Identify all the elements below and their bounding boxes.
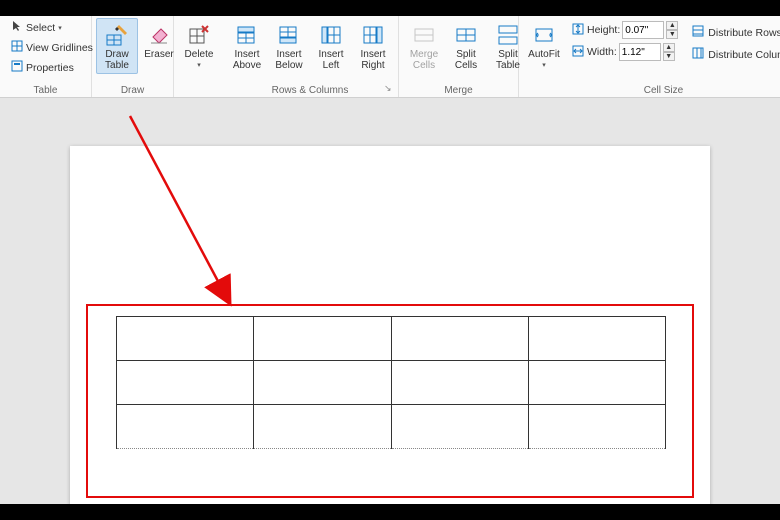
insert-right-button[interactable]: Insert Right	[352, 18, 394, 74]
height-spin-up[interactable]: ▲	[666, 21, 678, 30]
insert-right-icon	[361, 21, 385, 49]
cursor-icon	[11, 20, 23, 35]
width-label: Width:	[587, 46, 617, 58]
table-row[interactable]	[117, 405, 666, 449]
insert-above-button[interactable]: Insert Above	[226, 18, 268, 74]
properties-icon	[11, 60, 23, 75]
ribbon-group-merge: Merge Cells Split Cells Split Table Merg…	[399, 16, 519, 97]
autofit-button[interactable]: AutoFit ▾	[523, 18, 565, 72]
group-label-delete-spacer	[178, 84, 218, 97]
properties-button[interactable]: Properties	[6, 58, 98, 77]
select-button[interactable]: Select ▾	[6, 18, 98, 37]
chevron-down-icon: ▾	[58, 24, 62, 32]
ribbon-group-draw: Draw Table Eraser Draw	[92, 16, 174, 97]
view-gridlines-label: View Gridlines	[26, 42, 93, 54]
chevron-down-icon: ▾	[197, 61, 201, 69]
ribbon-group-delete: Delete ▾	[174, 16, 222, 97]
table-cell[interactable]	[391, 405, 528, 449]
annotation-arrow	[118, 112, 318, 332]
insert-below-label: Insert Below	[275, 49, 302, 71]
insert-above-icon	[235, 21, 259, 49]
table-row[interactable]	[117, 317, 666, 361]
distribute-cols-icon	[691, 46, 705, 63]
merge-cells-icon	[412, 21, 436, 49]
width-icon	[571, 44, 585, 61]
height-label: Height:	[587, 24, 620, 36]
chevron-down-icon: ▾	[542, 61, 546, 69]
properties-label: Properties	[26, 62, 74, 74]
draw-table-button[interactable]: Draw Table	[96, 18, 138, 74]
document-area[interactable]	[0, 98, 780, 504]
width-input[interactable]	[619, 43, 661, 61]
distribute-cols-button[interactable]: Distribute Columns	[686, 44, 780, 65]
distribute-rows-label: Distribute Rows	[708, 27, 780, 39]
grid-icon	[11, 40, 23, 55]
ribbon: Select ▾ View Gridlines Properties	[0, 16, 780, 98]
group-label-merge: Merge	[403, 84, 514, 97]
merge-cells-label: Merge Cells	[410, 49, 438, 71]
view-gridlines-button[interactable]: View Gridlines	[6, 38, 98, 57]
group-label-draw: Draw	[96, 84, 169, 97]
table-cell[interactable]	[528, 361, 665, 405]
distribute-cols-label: Distribute Columns	[708, 49, 780, 61]
split-table-icon	[496, 21, 520, 49]
split-cells-icon	[454, 21, 478, 49]
split-table-label: Split Table	[496, 49, 520, 71]
autofit-label: AutoFit	[528, 49, 560, 61]
ribbon-group-rows-cols: Insert Above Insert Below Insert Left	[222, 16, 399, 97]
group-label-rows-cols: Rows & Columns	[226, 84, 394, 97]
pencil-table-icon	[105, 21, 129, 49]
table-cell[interactable]	[254, 405, 391, 449]
distribute-rows-icon	[691, 24, 705, 41]
table-cell[interactable]	[254, 317, 391, 361]
col-width-control: Width: ▲▼	[569, 42, 680, 62]
eraser-icon	[147, 21, 171, 49]
table-cell[interactable]	[117, 361, 254, 405]
group-label-table: Table	[4, 84, 87, 97]
table-cell[interactable]	[391, 361, 528, 405]
insert-left-icon	[319, 21, 343, 49]
ribbon-group-table: Select ▾ View Gridlines Properties	[0, 16, 92, 97]
table-cell[interactable]	[117, 317, 254, 361]
table-cell[interactable]	[117, 405, 254, 449]
delete-button[interactable]: Delete ▾	[178, 18, 220, 72]
table-cell[interactable]	[528, 405, 665, 449]
eraser-label: Eraser	[144, 49, 173, 61]
table-cell[interactable]	[528, 317, 665, 361]
height-input[interactable]	[622, 21, 664, 39]
insert-left-label: Insert Left	[318, 49, 343, 71]
document-page[interactable]	[70, 146, 710, 504]
width-spin-down[interactable]: ▼	[663, 52, 675, 61]
table-cell[interactable]	[254, 361, 391, 405]
distribute-rows-button[interactable]: Distribute Rows	[686, 22, 780, 43]
insert-left-button[interactable]: Insert Left	[310, 18, 352, 74]
ribbon-group-cell-size: AutoFit ▾ Height: ▲▼ Width: ▲▼	[519, 16, 780, 97]
group-label-cell-size: Cell Size	[523, 84, 780, 97]
insert-right-label: Insert Right	[360, 49, 385, 71]
word-table[interactable]	[116, 316, 666, 449]
delete-table-icon	[187, 21, 211, 49]
delete-label: Delete	[185, 49, 214, 61]
insert-above-label: Insert Above	[233, 49, 261, 71]
width-spin-up[interactable]: ▲	[663, 43, 675, 52]
row-height-control: Height: ▲▼	[569, 20, 680, 40]
table-row[interactable]	[117, 361, 666, 405]
split-cells-label: Split Cells	[455, 49, 477, 71]
select-label: Select	[26, 22, 55, 34]
split-cells-button[interactable]: Split Cells	[445, 18, 487, 74]
height-spin-down[interactable]: ▼	[666, 30, 678, 39]
dialog-launcher-rows-cols[interactable]: ↘	[384, 83, 396, 95]
app-frame: Select ▾ View Gridlines Properties	[0, 16, 780, 504]
merge-cells-button[interactable]: Merge Cells	[403, 18, 445, 74]
insert-below-button[interactable]: Insert Below	[268, 18, 310, 74]
insert-below-icon	[277, 21, 301, 49]
height-icon	[571, 22, 585, 39]
table-cell[interactable]	[391, 317, 528, 361]
autofit-icon	[532, 21, 556, 49]
draw-table-label: Draw Table	[105, 49, 129, 71]
